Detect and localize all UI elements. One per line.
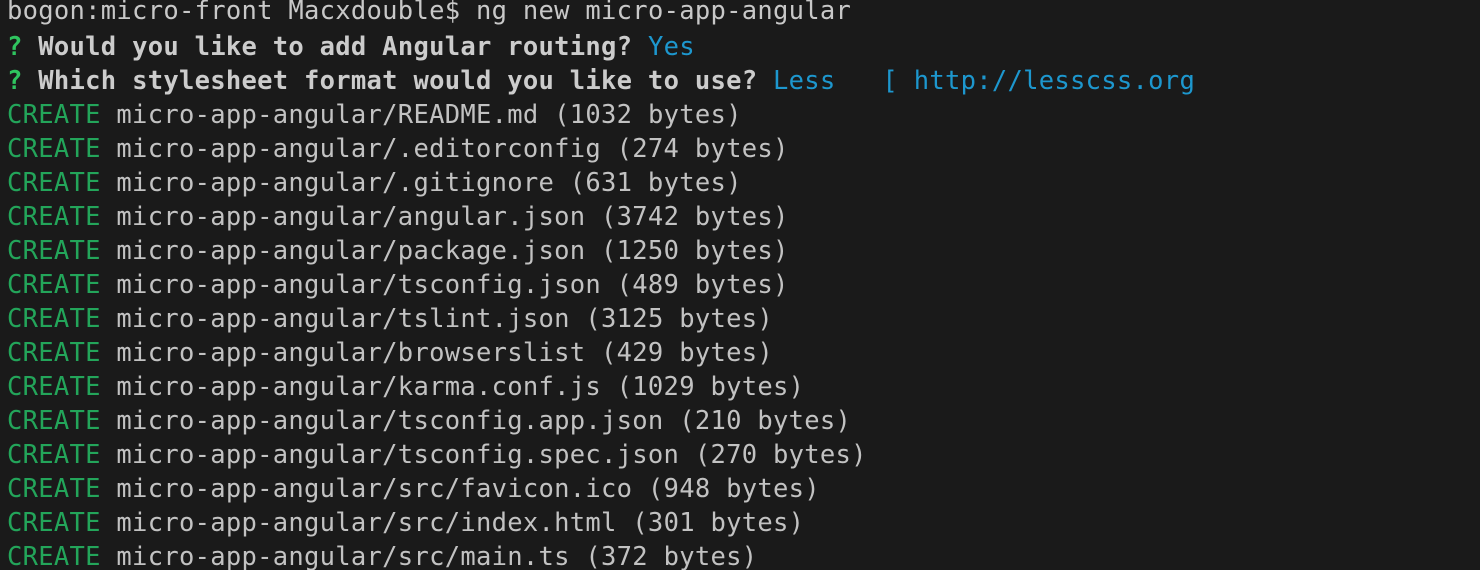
created-file-path: micro-app-angular/.editorconfig [100, 134, 602, 164]
created-file-size: (210 bytes) [663, 406, 852, 436]
created-file-size: (3742 bytes) [585, 202, 789, 232]
created-file-line: CREATE micro-app-angular/.gitignore (631… [7, 166, 1480, 200]
created-files-list: CREATE micro-app-angular/README.md (1032… [7, 98, 1480, 570]
prompt-hint-link: [ http://lesscss.org [835, 66, 1196, 96]
created-file-path: micro-app-angular/src/main.ts [100, 542, 570, 570]
created-file-path: micro-app-angular/angular.json [100, 202, 586, 232]
created-file-size: (372 bytes) [569, 542, 758, 570]
prompt-question-text: Would you like to add Angular routing? [22, 32, 648, 62]
created-file-path: micro-app-angular/src/index.html [100, 508, 617, 538]
created-file-line: CREATE micro-app-angular/karma.conf.js (… [7, 370, 1480, 404]
create-keyword: CREATE [7, 270, 101, 300]
created-file-line: CREATE micro-app-angular/browserslist (4… [7, 336, 1480, 370]
created-file-size: (274 bytes) [601, 134, 789, 164]
created-file-line: CREATE micro-app-angular/angular.json (3… [7, 200, 1480, 234]
created-file-path: micro-app-angular/README.md [100, 100, 539, 130]
create-keyword: CREATE [7, 100, 101, 130]
created-file-line: CREATE micro-app-angular/src/favicon.ico… [7, 472, 1480, 506]
created-file-size: (948 bytes) [632, 474, 820, 504]
created-file-path: micro-app-angular/tsconfig.json [100, 270, 602, 300]
created-file-path: micro-app-angular/package.json [100, 236, 586, 266]
terminal-command-line: bogon:micro-front Macxdouble$ ng new mic… [7, 0, 1480, 30]
created-file-line: CREATE micro-app-angular/src/index.html … [7, 506, 1480, 540]
created-file-path: micro-app-angular/src/favicon.ico [100, 474, 633, 504]
create-keyword: CREATE [7, 338, 101, 368]
create-keyword: CREATE [7, 134, 101, 164]
created-file-size: (301 bytes) [616, 508, 805, 538]
create-keyword: CREATE [7, 236, 101, 266]
created-file-size: (1032 bytes) [538, 100, 742, 130]
prompt-line: ? Which stylesheet format would you like… [7, 64, 1480, 98]
create-keyword: CREATE [7, 168, 101, 198]
created-file-line: CREATE micro-app-angular/tsconfig.json (… [7, 268, 1480, 302]
terminal-output-pane[interactable]: bogon:micro-front Macxdouble$ ng new mic… [0, 0, 1480, 570]
prompt-question-marker: ? [7, 66, 23, 96]
created-file-path: micro-app-angular/tsconfig.app.json [100, 406, 664, 436]
created-file-line: CREATE micro-app-angular/tslint.json (31… [7, 302, 1480, 336]
create-keyword: CREATE [7, 542, 101, 570]
created-file-size: (3125 bytes) [569, 304, 774, 334]
created-file-path: micro-app-angular/browserslist [100, 338, 586, 368]
created-file-line: CREATE micro-app-angular/package.json (1… [7, 234, 1480, 268]
created-file-size: (429 bytes) [585, 338, 773, 368]
prompt-line: ? Would you like to add Angular routing?… [7, 30, 1480, 64]
created-file-path: micro-app-angular/.gitignore [100, 168, 555, 198]
create-keyword: CREATE [7, 474, 101, 504]
shell-prompt-prefix: bogon:micro-front Macxdouble$ [7, 0, 476, 26]
created-file-size: (270 bytes) [679, 440, 867, 470]
prompt-lines-group: ? Would you like to add Angular routing?… [7, 30, 1480, 98]
prompt-answer-value: Yes [647, 32, 695, 62]
created-file-line: CREATE micro-app-angular/src/main.ts (37… [7, 540, 1480, 570]
created-file-path: micro-app-angular/tsconfig.spec.json [100, 440, 680, 470]
prompt-question-text: Which stylesheet format would you like t… [22, 66, 773, 96]
created-file-path: micro-app-angular/tslint.json [100, 304, 570, 334]
created-file-size: (631 bytes) [554, 168, 742, 198]
created-file-line: CREATE micro-app-angular/.editorconfig (… [7, 132, 1480, 166]
create-keyword: CREATE [7, 440, 101, 470]
create-keyword: CREATE [7, 304, 101, 334]
create-keyword: CREATE [7, 406, 101, 436]
created-file-size: (1029 bytes) [601, 372, 805, 402]
created-file-size: (489 bytes) [601, 270, 789, 300]
shell-command-text: ng new micro-app-angular [475, 0, 852, 26]
created-file-line: CREATE micro-app-angular/tsconfig.spec.j… [7, 438, 1480, 472]
create-keyword: CREATE [7, 372, 101, 402]
created-file-line: CREATE micro-app-angular/tsconfig.app.js… [7, 404, 1480, 438]
create-keyword: CREATE [7, 508, 101, 538]
prompt-answer-value: Less [773, 66, 836, 96]
created-file-size: (1250 bytes) [585, 236, 789, 266]
created-file-path: micro-app-angular/karma.conf.js [100, 372, 602, 402]
create-keyword: CREATE [7, 202, 101, 232]
prompt-question-marker: ? [7, 32, 23, 62]
created-file-line: CREATE micro-app-angular/README.md (1032… [7, 98, 1480, 132]
